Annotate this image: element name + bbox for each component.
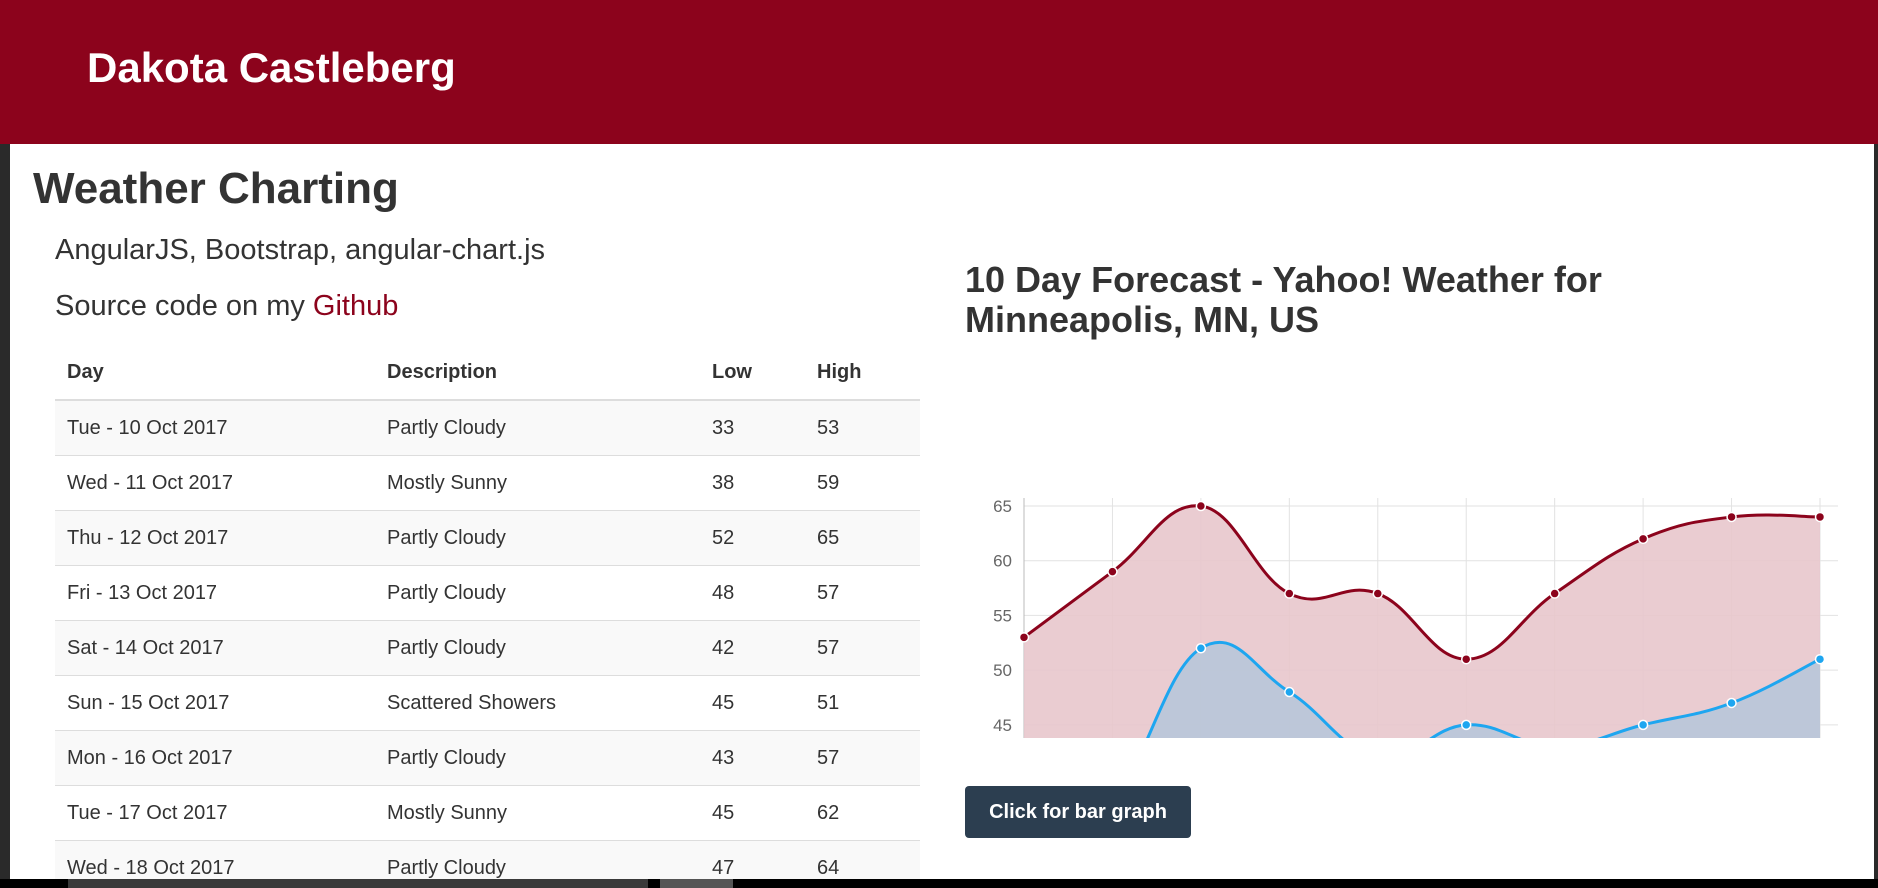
cell-day: Thu - 12 Oct 2017 <box>55 510 375 566</box>
scrollbar-thumb[interactable] <box>660 879 733 888</box>
cell-low: 45 <box>700 785 805 841</box>
scrollbar-track[interactable] <box>68 879 648 888</box>
forecast-line-chart[interactable]: 3035404550556065TueWedThuFriSatSunMonTue… <box>965 342 1855 738</box>
data-point <box>1195 500 1207 512</box>
y-tick-label: 65 <box>993 497 1012 516</box>
tech-line: AngularJS, Bootstrap, angular-chart.js <box>55 234 546 266</box>
cell-description: Partly Cloudy <box>375 399 700 456</box>
source-line: Source code on my Github <box>55 290 398 323</box>
data-point <box>1284 588 1295 599</box>
cell-description: Mostly Sunny <box>375 455 700 511</box>
table-row: Fri - 13 Oct 2017 Partly Cloudy 48 57 <box>55 565 920 621</box>
chart-title: 10 Day Forecast - Yahoo! Weather for Min… <box>965 259 1602 340</box>
y-tick-label: 55 <box>993 606 1012 625</box>
cell-description: Scattered Showers <box>375 675 700 731</box>
cell-low: 43 <box>700 730 805 786</box>
table-row: Wed - 11 Oct 2017 Mostly Sunny 38 59 <box>55 455 920 511</box>
data-point <box>1814 653 1826 665</box>
cell-high: 62 <box>805 785 920 841</box>
bar-graph-button[interactable]: Click for bar graph <box>965 786 1191 838</box>
cell-low: 38 <box>700 455 805 511</box>
data-point <box>1549 588 1560 599</box>
bottom-scrollbar[interactable] <box>0 879 1878 888</box>
data-point <box>1637 719 1649 731</box>
cell-high: 57 <box>805 620 920 676</box>
data-point <box>1372 588 1384 599</box>
source-prefix: Source code on my <box>55 290 305 322</box>
cell-day: Wed - 18 Oct 2017 <box>55 840 375 879</box>
cell-high: 57 <box>805 730 920 786</box>
cell-day: Sun - 15 Oct 2017 <box>55 675 375 731</box>
header-high: High <box>805 346 920 401</box>
cell-day: Sat - 14 Oct 2017 <box>55 620 375 676</box>
cell-low: 47 <box>700 840 805 879</box>
cell-high: 59 <box>805 455 920 511</box>
table-row: Tue - 17 Oct 2017 Mostly Sunny 45 62 <box>55 785 920 841</box>
cell-high: 51 <box>805 675 920 731</box>
cell-low: 33 <box>700 399 805 456</box>
cell-description: Partly Cloudy <box>375 620 700 676</box>
table-row: Thu - 12 Oct 2017 Partly Cloudy 52 65 <box>55 510 920 566</box>
forecast-table: Day Description Low High Tue - 10 Oct 20… <box>55 346 920 879</box>
page-title: Weather Charting <box>33 164 399 213</box>
cell-description: Partly Cloudy <box>375 730 700 786</box>
table-row: Sun - 15 Oct 2017 Scattered Showers 45 5… <box>55 675 920 731</box>
cell-description: Mostly Sunny <box>375 785 700 841</box>
table-row: Tue - 10 Oct 2017 Partly Cloudy 33 53 <box>55 399 920 456</box>
cell-day: Tue - 10 Oct 2017 <box>55 399 375 456</box>
cell-low: 45 <box>700 675 805 731</box>
cell-high: 65 <box>805 510 920 566</box>
table-row: Wed - 18 Oct 2017 Partly Cloudy 47 64 <box>55 840 920 879</box>
main-panel: Weather Charting AngularJS, Bootstrap, a… <box>10 144 1874 879</box>
data-point <box>1460 719 1472 731</box>
header-day: Day <box>55 346 375 401</box>
header-description: Description <box>375 346 700 401</box>
cell-low: 42 <box>700 620 805 676</box>
brand-title[interactable]: Dakota Castleberg <box>87 44 456 92</box>
data-point <box>1814 511 1826 523</box>
table-header-row: Day Description Low High <box>55 346 920 401</box>
cell-description: Partly Cloudy <box>375 510 700 566</box>
data-point <box>1195 643 1207 654</box>
cell-day: Mon - 16 Oct 2017 <box>55 730 375 786</box>
cell-day: Tue - 17 Oct 2017 <box>55 785 375 841</box>
data-point <box>1284 686 1295 698</box>
cell-description: Partly Cloudy <box>375 565 700 621</box>
cell-description: Partly Cloudy <box>375 840 700 879</box>
github-link[interactable]: Github <box>313 290 398 322</box>
table-row: Sat - 14 Oct 2017 Partly Cloudy 42 57 <box>55 620 920 676</box>
data-point <box>1726 511 1737 523</box>
data-point <box>1018 632 1030 643</box>
cell-low: 52 <box>700 510 805 566</box>
cell-high: 57 <box>805 565 920 621</box>
cell-day: Fri - 13 Oct 2017 <box>55 565 375 621</box>
cell-day: Wed - 11 Oct 2017 <box>55 455 375 511</box>
y-tick-label: 45 <box>993 716 1012 735</box>
data-point <box>1726 697 1737 709</box>
y-tick-label: 50 <box>993 661 1012 680</box>
table-row: Mon - 16 Oct 2017 Partly Cloudy 43 57 <box>55 730 920 786</box>
data-point <box>1637 533 1649 545</box>
y-tick-label: 60 <box>993 552 1012 571</box>
header-low: Low <box>700 346 805 401</box>
cell-high: 53 <box>805 399 920 456</box>
data-point <box>1460 653 1472 665</box>
data-point <box>1107 566 1118 577</box>
cell-low: 48 <box>700 565 805 621</box>
top-navbar: Dakota Castleberg <box>0 0 1878 144</box>
cell-high: 64 <box>805 840 920 879</box>
